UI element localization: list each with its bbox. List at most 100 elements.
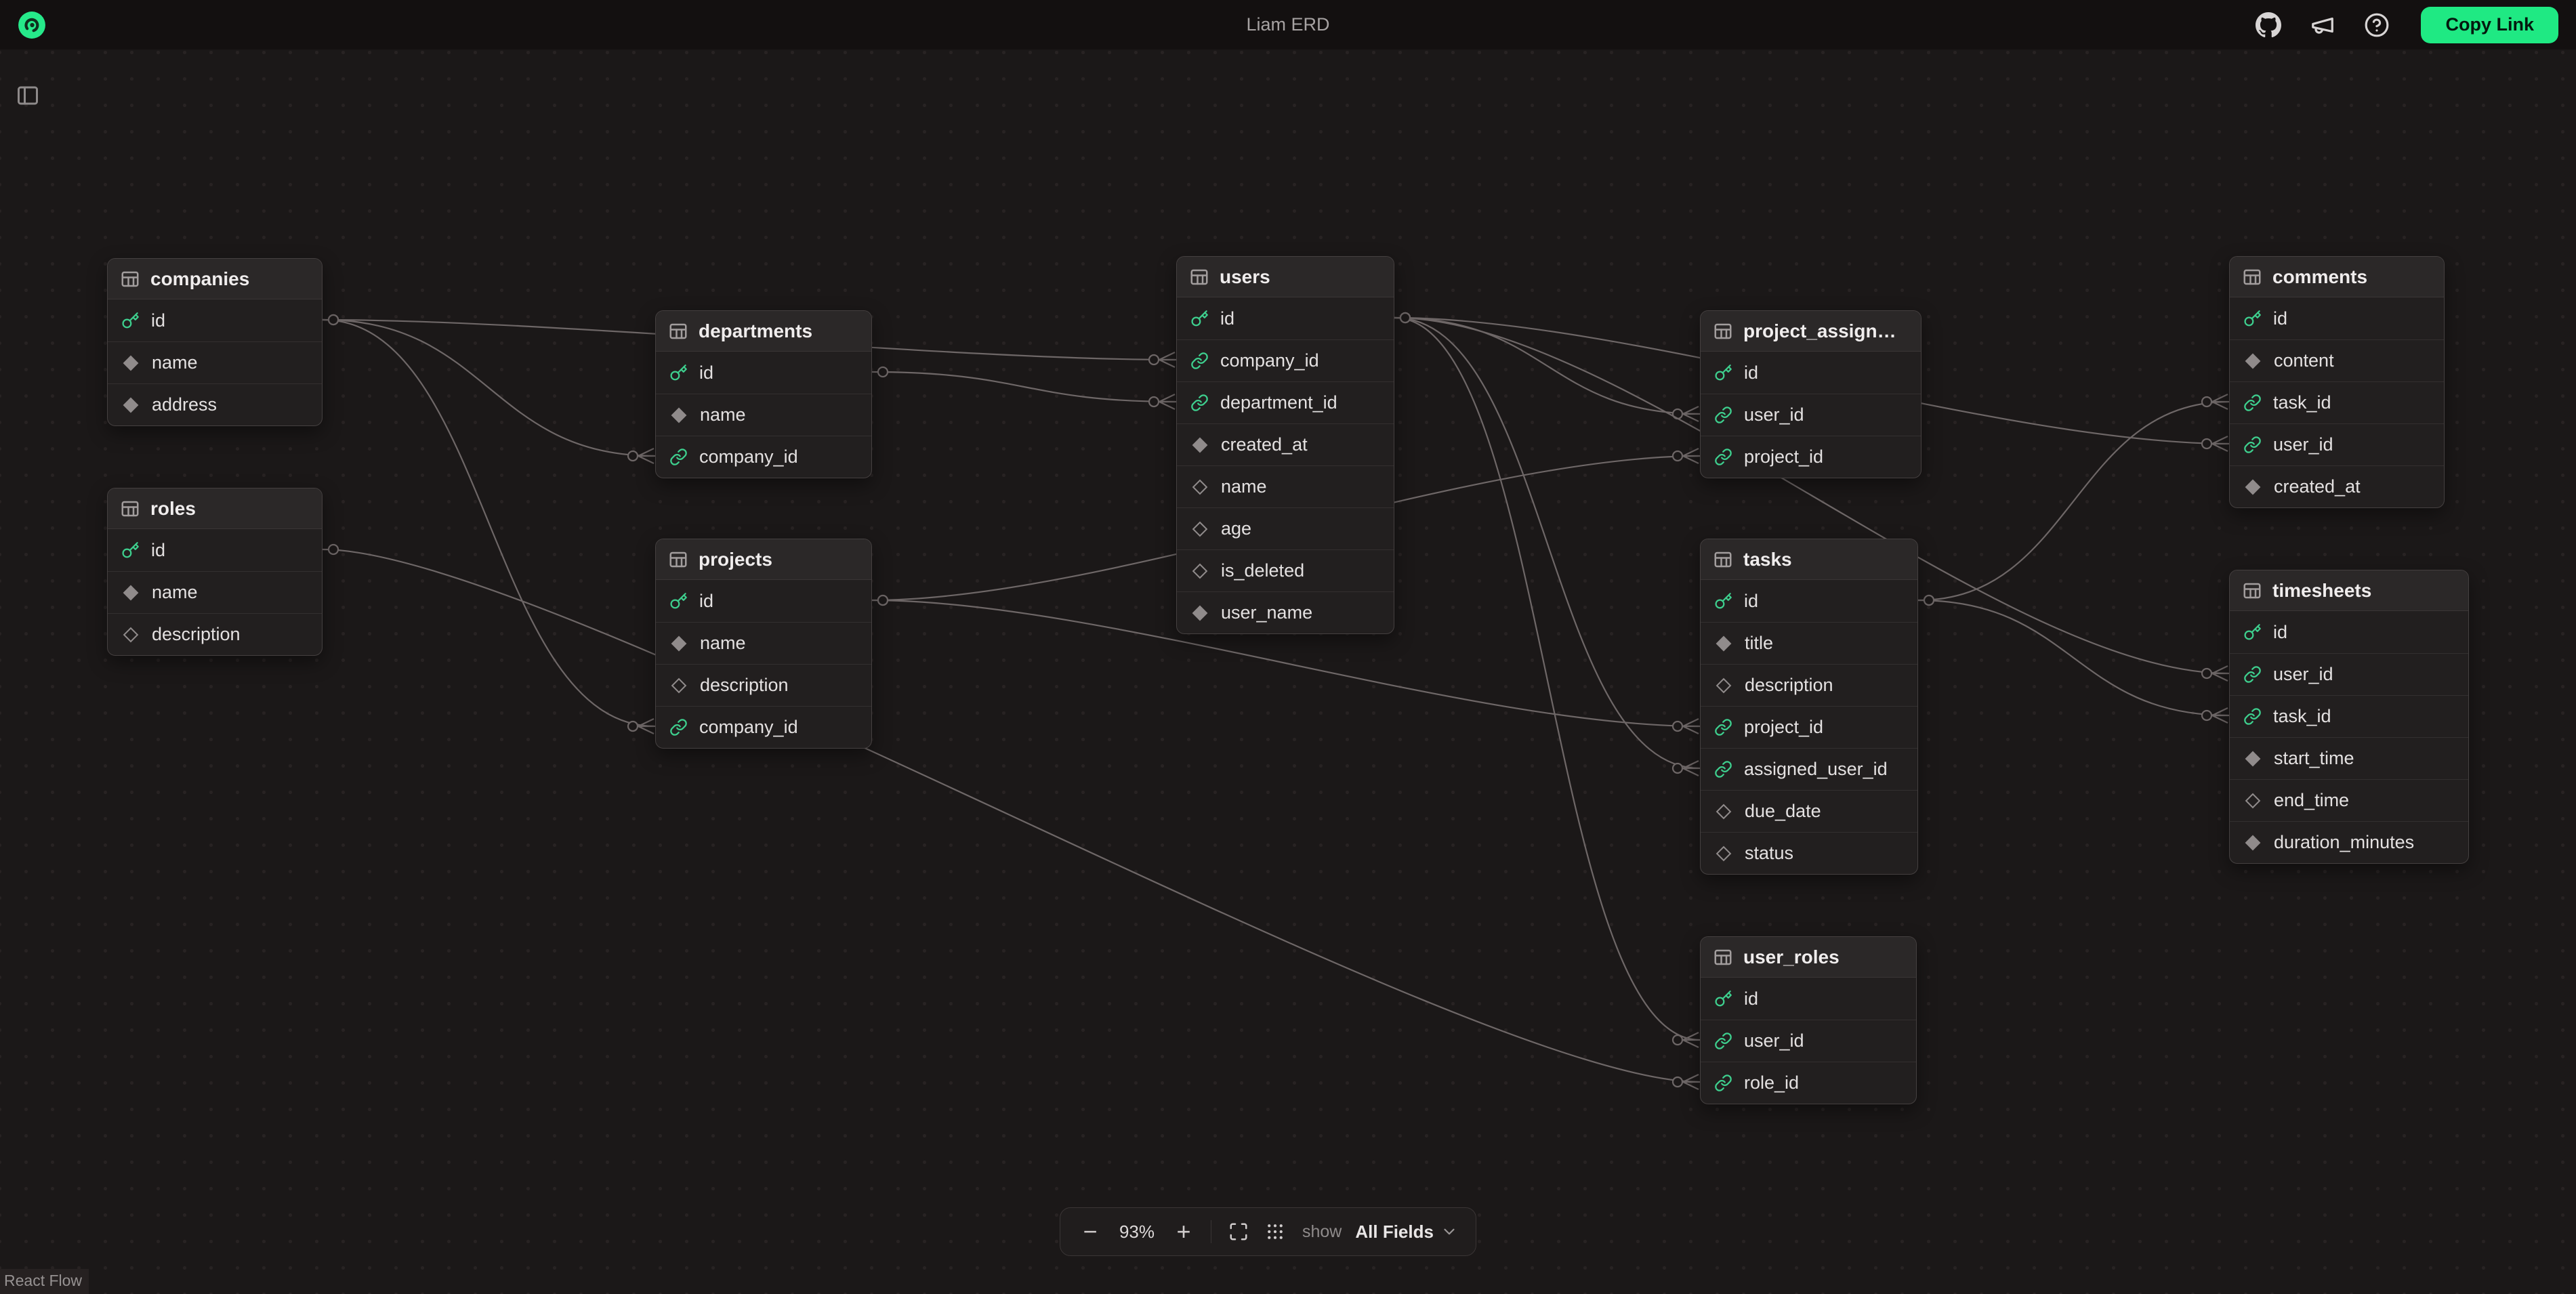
column-roles-name[interactable]: name <box>108 571 322 613</box>
table-project_assignments[interactable]: project_assignme…iduser_idproject_id <box>1700 310 1921 478</box>
column-name: company_id <box>699 717 798 738</box>
column-name: name <box>700 404 746 425</box>
column-project_assignments-user_id[interactable]: user_id <box>1701 394 1921 436</box>
column-tasks-description[interactable]: description <box>1701 664 1917 706</box>
column-comments-task_id[interactable]: task_id <box>2230 381 2444 423</box>
fit-view-icon[interactable] <box>1222 1215 1255 1248</box>
table-name: user_roles <box>1743 946 1840 968</box>
table-roles[interactable]: rolesidname description <box>107 488 323 656</box>
column-departments-company_id[interactable]: company_id <box>656 436 871 478</box>
table-tasks[interactable]: tasksidtitle description project_idassigne… <box>1700 539 1918 875</box>
sidebar-toggle-icon[interactable] <box>12 80 43 111</box>
column-roles-description[interactable]: description <box>108 613 322 655</box>
column-timesheets-end_time[interactable]: end_time <box>2230 779 2468 821</box>
table-header-timesheets[interactable]: timesheets <box>2230 570 2468 611</box>
react-flow-attribution[interactable]: React Flow <box>0 1269 89 1294</box>
column-timesheets-task_id[interactable]: task_id <box>2230 695 2468 737</box>
table-header-projects[interactable]: projects <box>656 539 871 580</box>
nullable-diamond-icon <box>1190 566 1209 577</box>
column-projects-name[interactable]: name <box>656 622 871 664</box>
table-header-comments[interactable]: comments <box>2230 257 2444 297</box>
table-comments[interactable]: comments idcontenttask_id user_id created_a… <box>2229 256 2445 508</box>
column-project_assignments-id[interactable]: id <box>1701 352 1921 394</box>
column-users-age[interactable]: age <box>1177 507 1394 549</box>
column-projects-id[interactable]: id <box>656 580 871 622</box>
column-timesheets-duration_minutes[interactable]: duration_minutes <box>2230 821 2468 863</box>
table-icon <box>1713 549 1733 570</box>
github-icon[interactable] <box>2253 9 2284 41</box>
column-name: id <box>1744 988 1758 1009</box>
column-name: user_id <box>2273 434 2333 455</box>
column-tasks-assigned_user_id[interactable]: assigned_user_id <box>1701 748 1917 790</box>
column-user_roles-user_id[interactable]: user_id <box>1701 1020 1916 1062</box>
table-header-project_assignments[interactable]: project_assignme… <box>1701 311 1921 352</box>
zoom-out-button[interactable]: − <box>1074 1215 1106 1248</box>
column-users-user_name[interactable]: user_name <box>1177 591 1394 633</box>
column-tasks-title[interactable]: title <box>1701 622 1917 664</box>
column-users-id[interactable]: id <box>1177 297 1394 339</box>
column-name: description <box>1745 675 1833 696</box>
help-icon[interactable] <box>2361 9 2392 41</box>
table-header-departments[interactable]: departments <box>656 311 871 352</box>
copy-link-button[interactable]: Copy Link <box>2421 7 2558 43</box>
table-header-user_roles[interactable]: user_roles <box>1701 937 1916 978</box>
column-name: description <box>152 624 241 645</box>
zoom-in-button[interactable]: + <box>1167 1215 1200 1248</box>
column-tasks-project_id[interactable]: project_id <box>1701 706 1917 748</box>
table-users[interactable]: usersidcompany_iddepartment_id created_at… <box>1176 256 1394 634</box>
column-departments-id[interactable]: id <box>656 352 871 394</box>
column-roles-id[interactable]: id <box>108 529 322 571</box>
column-tasks-due_date[interactable]: due_date <box>1701 790 1917 832</box>
column-users-company_id[interactable]: company_id <box>1177 339 1394 381</box>
column-companies-address[interactable]: address <box>108 383 322 425</box>
column-project_assignments-project_id[interactable]: project_id <box>1701 436 1921 478</box>
column-companies-id[interactable]: id <box>108 299 322 341</box>
relationship-edges-layer <box>0 0 2576 1294</box>
table-icon <box>1189 267 1209 287</box>
column-users-is_deleted[interactable]: is_deleted <box>1177 549 1394 591</box>
table-header-companies[interactable]: companies <box>108 259 322 299</box>
fields-filter-dropdown[interactable]: All Fields <box>1351 1222 1462 1243</box>
table-timesheets[interactable]: timesheetsiduser_id task_id start_timeend_… <box>2229 570 2469 864</box>
not-null-diamond-icon <box>2243 753 2262 764</box>
table-name: comments <box>2272 266 2367 288</box>
table-icon <box>668 321 688 341</box>
tidy-up-icon[interactable] <box>1259 1215 1291 1248</box>
column-name: task_id <box>2273 706 2331 727</box>
nullable-diamond-icon <box>1714 680 1733 691</box>
column-tasks-id[interactable]: id <box>1701 580 1917 622</box>
liam-logo[interactable] <box>18 11 46 39</box>
column-companies-name[interactable]: name <box>108 341 322 383</box>
column-departments-name[interactable]: name <box>656 394 871 436</box>
column-name: age <box>1221 518 1251 539</box>
fields-filter-value: All Fields <box>1355 1222 1434 1243</box>
column-user_roles-role_id[interactable]: role_id <box>1701 1062 1916 1104</box>
table-user_roles[interactable]: user_rolesid user_idrole_id <box>1700 936 1917 1104</box>
megaphone-icon[interactable] <box>2307 9 2338 41</box>
nullable-diamond-icon <box>121 629 140 640</box>
erd-canvas[interactable]: companiesidnameaddressrolesidnamedescrip… <box>0 0 2576 1294</box>
column-name: created_at <box>1221 434 1308 455</box>
table-projects[interactable]: projectsidnamedescription company_id <box>655 539 872 749</box>
column-projects-description[interactable]: description <box>656 664 871 706</box>
column-comments-id[interactable]: id <box>2230 297 2444 339</box>
table-companies[interactable]: companiesidnameaddress <box>107 258 323 426</box>
column-comments-content[interactable]: content <box>2230 339 2444 381</box>
column-timesheets-user_id[interactable]: user_id <box>2230 653 2468 695</box>
foreign-key-link-icon <box>669 718 688 736</box>
table-header-users[interactable]: users <box>1177 257 1394 297</box>
column-timesheets-start_time[interactable]: start_time <box>2230 737 2468 779</box>
column-tasks-status[interactable]: status <box>1701 832 1917 874</box>
column-user_roles-id[interactable]: id <box>1701 978 1916 1020</box>
table-header-tasks[interactable]: tasks <box>1701 539 1917 580</box>
column-users-department_id[interactable]: department_id <box>1177 381 1394 423</box>
column-comments-created_at[interactable]: created_at <box>2230 465 2444 507</box>
table-header-roles[interactable]: roles <box>108 488 322 529</box>
column-users-name[interactable]: name <box>1177 465 1394 507</box>
column-projects-company_id[interactable]: company_id <box>656 706 871 748</box>
table-icon <box>1713 321 1733 341</box>
column-users-created_at[interactable]: created_at <box>1177 423 1394 465</box>
column-comments-user_id[interactable]: user_id <box>2230 423 2444 465</box>
column-timesheets-id[interactable]: id <box>2230 611 2468 653</box>
table-departments[interactable]: departmentsid name company_id <box>655 310 872 478</box>
